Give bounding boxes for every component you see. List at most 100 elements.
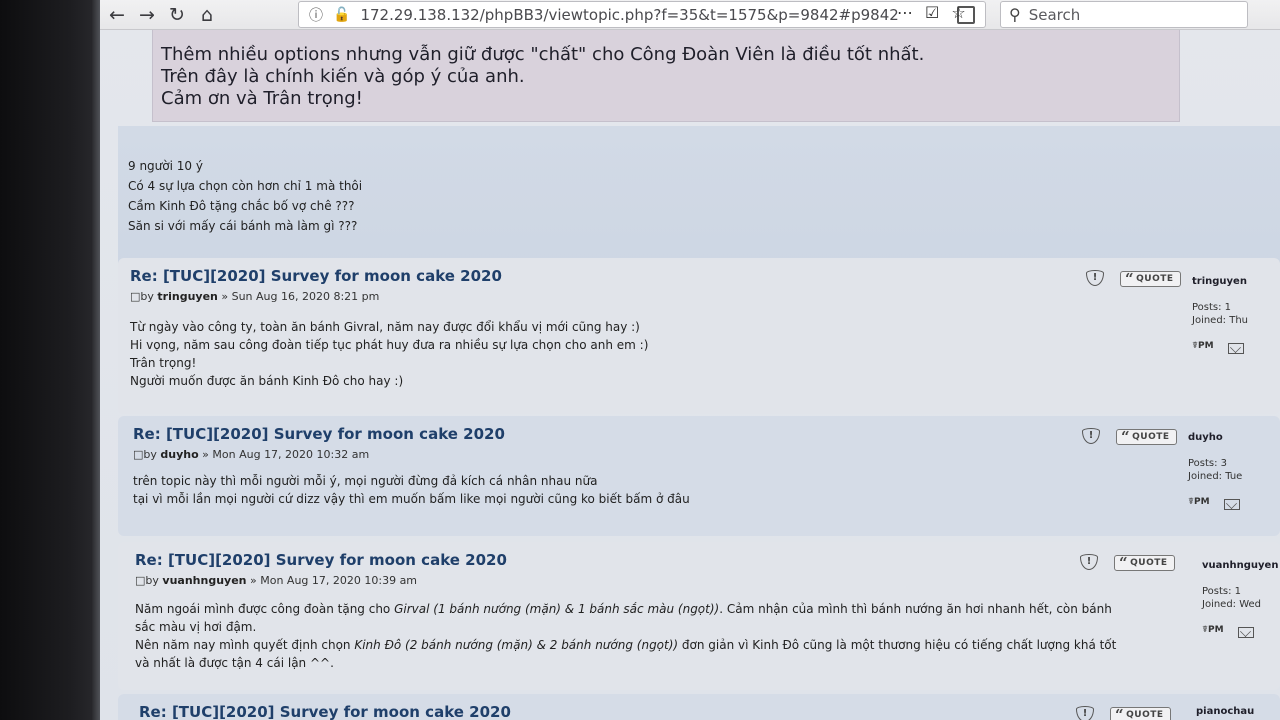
search-input[interactable]: ⚲ Search [1000, 1, 1248, 28]
post-author[interactable]: vuanhnguyen [162, 574, 246, 587]
info-icon[interactable]: ⓘ [309, 5, 323, 25]
post-line: Năm ngoái mình được công đoàn tặng cho G… [135, 600, 1175, 618]
quote-line: Cảm ơn và Trân trọng! [161, 88, 363, 109]
post: Re: [TUC][2020] Survey for moon cake 202… [118, 542, 1280, 690]
quote-button[interactable]: “QUOTE [1110, 707, 1171, 720]
report-icon[interactable]: ! [1082, 428, 1100, 444]
page-content: Thêm nhiều options nhưng vẫn giữ được "c… [100, 30, 1280, 720]
reload-icon[interactable]: ↻ [162, 2, 192, 28]
post-line: Trân trọng! [130, 356, 197, 370]
report-icon[interactable]: ! [1076, 706, 1094, 720]
profile-posts: Posts: 3 [1188, 458, 1228, 469]
post-text-italic: Girval (1 bánh nướng (mặn) & 1 bánh sắc … [394, 602, 720, 616]
quote-button-label: QUOTE [1126, 710, 1164, 720]
quote-button[interactable]: “QUOTE [1114, 555, 1175, 571]
post-profile: duyho Posts: 3 Joined: Tue ☤PM [1188, 432, 1242, 511]
profile-posts: Posts: 1 [1202, 586, 1242, 597]
post-profile: pianochau [1196, 706, 1254, 717]
post-body: trên topic này thì mỗi người mỗi ý, mọi … [133, 472, 1173, 508]
quote-button[interactable]: “QUOTE [1120, 271, 1181, 287]
quote-line: Trên đây là chính kiến và góp ý của anh. [161, 66, 525, 87]
profile-joined: Joined: Thu [1192, 315, 1249, 326]
pocket-icon[interactable]: ☑ [925, 3, 939, 22]
email-icon[interactable] [1228, 342, 1244, 354]
post-icon: □ [133, 448, 144, 461]
post-meta: □by tringuyen » Sun Aug 16, 2020 8:21 pm [130, 290, 379, 303]
monitor-bezel [0, 0, 100, 720]
post: Re: [TUC][2020] Survey for moon cake 202… [118, 258, 1280, 414]
quote-button[interactable]: “QUOTE [1116, 429, 1177, 445]
profile-username[interactable]: duyho [1188, 432, 1242, 443]
more-icon[interactable]: ⋯ [897, 3, 913, 22]
email-icon[interactable] [1224, 498, 1240, 510]
post-author[interactable]: duyho [160, 448, 198, 461]
post-body: Từ ngày vào công ty, toàn ăn bánh Givral… [130, 318, 1170, 390]
post-title[interactable]: Re: [TUC][2020] Survey for moon cake 202… [130, 267, 502, 285]
contact-icons: ☤PM [1192, 341, 1248, 355]
quote-button-label: QUOTE [1136, 274, 1174, 284]
forward-arrow-icon[interactable]: → [132, 2, 162, 28]
post-text: Nên năm nay mình quyết định chọn [135, 638, 355, 652]
report-icon[interactable]: ! [1080, 554, 1098, 570]
back-arrow-icon[interactable]: ← [102, 2, 132, 28]
post-profile: tringuyen Posts: 1 Joined: Thu ☤PM [1192, 276, 1248, 355]
post-body: 9 người 10 ý Có 4 sự lựa chọn còn hơn ch… [128, 156, 362, 236]
search-icon: ⚲ [1009, 5, 1021, 24]
post: Re: [TUC][2020] Survey for moon cake 202… [118, 694, 1280, 720]
post-line: Săn si với mấy cái bánh mà làm gì ??? [128, 219, 358, 233]
post: Re: [TUC][2020] Survey for moon cake 202… [118, 416, 1280, 536]
url-text[interactable]: 172.29.138.132/phpBB3/viewtopic.php?f=35… [360, 6, 957, 24]
post-icon: □ [135, 574, 146, 587]
post-author[interactable]: tringuyen [157, 290, 217, 303]
bookmark-star-icon[interactable]: ☆ [951, 3, 965, 22]
quote-button-label: QUOTE [1132, 432, 1170, 442]
profile-username[interactable]: pianochau [1196, 706, 1254, 717]
post-line: Cầm Kinh Đô tặng chắc bố vợ chê ??? [128, 199, 355, 213]
profile-posts: Posts: 1 [1192, 302, 1232, 313]
post-date: » Mon Aug 17, 2020 10:39 am [250, 574, 418, 587]
post-line: 9 người 10 ý [128, 159, 203, 173]
post-icon: □ [130, 290, 141, 303]
browser-window: ← → ↻ ⌂ ⓘ 🔓 172.29.138.132/phpBB3/viewto… [100, 0, 1280, 720]
post-line: trên topic này thì mỗi người mỗi ý, mọi … [133, 474, 598, 488]
email-icon[interactable] [1238, 626, 1254, 638]
profile-username[interactable]: vuanhnguyen [1202, 560, 1278, 571]
post-date: » Sun Aug 16, 2020 8:21 pm [221, 290, 380, 303]
browser-toolbar: ← → ↻ ⌂ ⓘ 🔓 172.29.138.132/phpBB3/viewto… [100, 0, 1280, 30]
quote-line: Thêm nhiều options nhưng vẫn giữ được "c… [161, 44, 925, 65]
post-text: Năm ngoái mình được công đoàn tặng cho [135, 602, 395, 616]
post-meta: □by vuanhnguyen » Mon Aug 17, 2020 10:39… [135, 574, 417, 587]
post-line: sắc màu vị hơi đậm. [135, 620, 257, 634]
quote-button-label: QUOTE [1130, 558, 1168, 568]
post-text-italic: Kinh Đô (2 bánh nướng (mặn) & 2 bánh nướ… [354, 638, 679, 652]
post-profile: vuanhnguyen Posts: 1 Joined: Wed ☤PM [1202, 560, 1278, 639]
post-date: » Mon Aug 17, 2020 10:32 am [202, 448, 370, 461]
post-body: Năm ngoái mình được công đoàn tặng cho G… [135, 600, 1175, 672]
post-title[interactable]: Re: [TUC][2020] Survey for moon cake 202… [135, 551, 507, 569]
pm-icon[interactable]: ☤PM [1202, 625, 1224, 639]
address-bar[interactable]: ⓘ 🔓 172.29.138.132/phpBB3/viewtopic.php?… [298, 1, 986, 28]
post-title[interactable]: Re: [TUC][2020] Survey for moon cake 202… [139, 703, 511, 720]
post-title[interactable]: Re: [TUC][2020] Survey for moon cake 202… [133, 425, 505, 443]
home-icon[interactable]: ⌂ [192, 2, 222, 28]
profile-username[interactable]: tringuyen [1192, 276, 1248, 287]
insecure-lock-icon[interactable]: 🔓 [333, 7, 350, 23]
post-line: Nên năm nay mình quyết định chọn Kinh Đô… [135, 636, 1175, 654]
post-line: Người muốn được ăn bánh Kinh Đô cho hay … [130, 374, 404, 388]
post-line: và nhất là được tận 4 cái lận ^^. [135, 656, 334, 670]
post-text: đơn giản vì Kinh Đô cũng là một thương h… [678, 638, 1117, 652]
post-line: Có 4 sự lựa chọn còn hơn chỉ 1 mà thôi [128, 179, 363, 193]
by-label: by [145, 574, 159, 587]
search-placeholder: Search [1028, 5, 1081, 24]
profile-stats: Posts: 1 Joined: Wed [1202, 585, 1278, 611]
pm-icon[interactable]: ☤PM [1192, 341, 1214, 355]
toolbar-actions: ⋯ ☑ ☆ [897, 3, 966, 22]
profile-joined: Joined: Wed [1202, 599, 1262, 610]
report-icon[interactable]: ! [1086, 270, 1104, 286]
by-label: by [140, 290, 154, 303]
pm-icon[interactable]: ☤PM [1188, 497, 1210, 511]
by-label: by [143, 448, 157, 461]
quote-block: Thêm nhiều options nhưng vẫn giữ được "c… [152, 30, 1180, 122]
profile-stats: Posts: 1 Joined: Thu [1192, 301, 1248, 327]
contact-icons: ☤PM [1188, 497, 1242, 511]
